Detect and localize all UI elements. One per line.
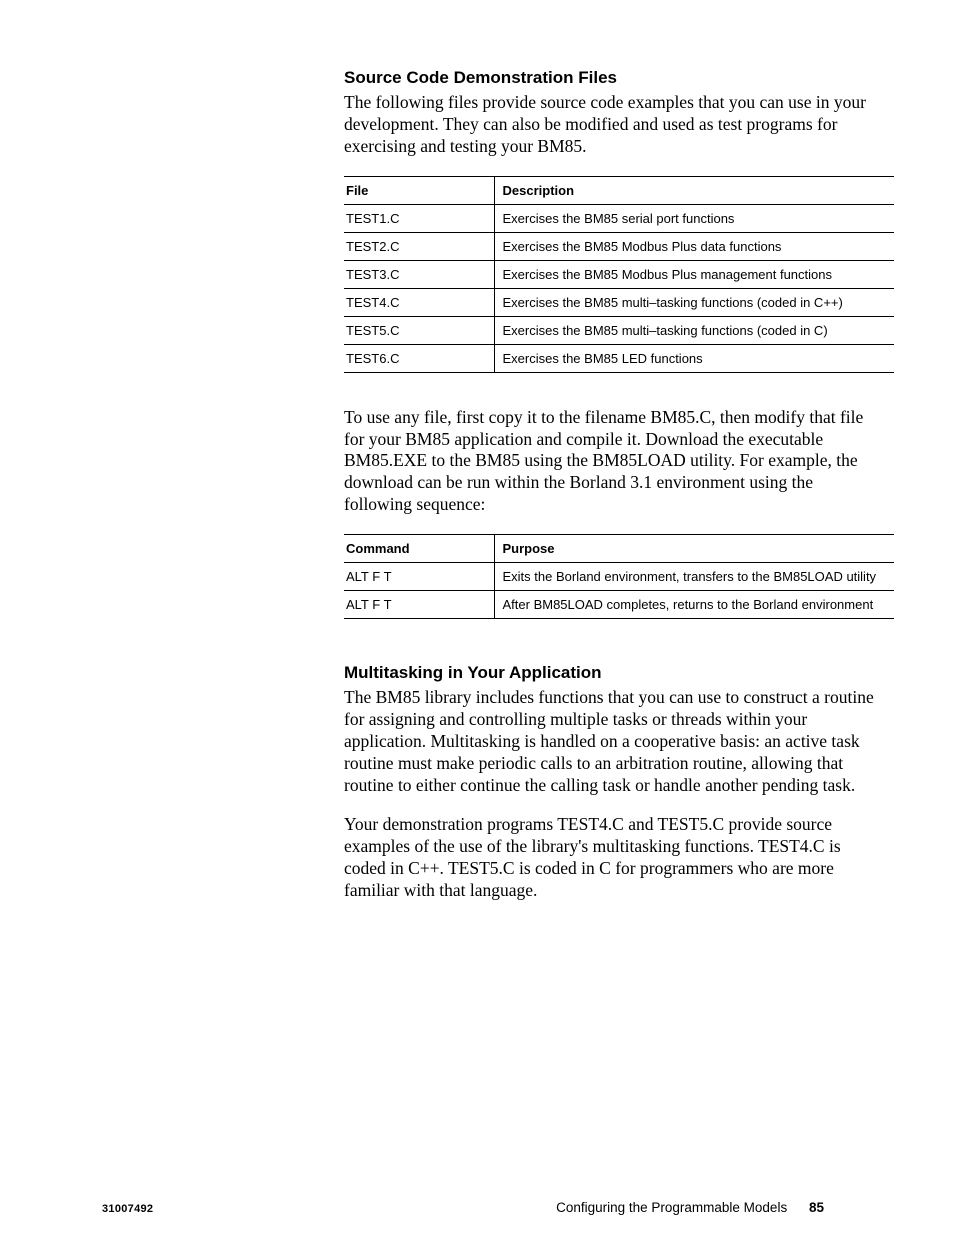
cell-desc: Exercises the BM85 multi–tasking functio… [494,288,894,316]
footer-chapter-label: Configuring the Programmable Models [556,1200,787,1215]
cell-purpose: After BM85LOAD completes, returns to the… [494,591,894,619]
heading-source-code-files: Source Code Demonstration Files [344,68,882,88]
cell-file: TEST4.C [344,288,494,316]
cell-desc: Exercises the BM85 serial port functions [494,204,894,232]
table-source-files: File Description TEST1.C Exercises the B… [344,176,894,373]
page-content: Source Code Demonstration Files The foll… [0,0,954,902]
table2-header-purpose: Purpose [494,535,894,563]
cell-purpose: Exits the Borland environment, transfers… [494,563,894,591]
table1-header-file: File [344,176,494,204]
cell-file: TEST2.C [344,232,494,260]
cell-desc: Exercises the BM85 Modbus Plus managemen… [494,260,894,288]
table-row: ALT F T After BM85LOAD completes, return… [344,591,894,619]
table-row: ALT F T Exits the Borland environment, t… [344,563,894,591]
paragraph-intro: The following files provide source code … [344,92,882,158]
cell-cmd: ALT F T [344,591,494,619]
paragraph-multitask-1: The BM85 library includes functions that… [344,687,882,796]
cell-file: TEST5.C [344,316,494,344]
cell-file: TEST3.C [344,260,494,288]
cell-cmd: ALT F T [344,563,494,591]
cell-file: TEST6.C [344,344,494,372]
table-row: TEST3.C Exercises the BM85 Modbus Plus m… [344,260,894,288]
paragraph-multitask-2: Your demonstration programs TEST4.C and … [344,814,882,902]
table-row: TEST4.C Exercises the BM85 multi–tasking… [344,288,894,316]
footer-page-number: 85 [809,1200,824,1215]
table-row: TEST1.C Exercises the BM85 serial port f… [344,204,894,232]
table-row: TEST2.C Exercises the BM85 Modbus Plus d… [344,232,894,260]
heading-multitasking: Multitasking in Your Application [344,663,882,683]
footer-doc-number: 31007492 [102,1203,153,1215]
table-row: TEST5.C Exercises the BM85 multi–tasking… [344,316,894,344]
table2-header-command: Command [344,535,494,563]
cell-desc: Exercises the BM85 LED functions [494,344,894,372]
table-commands: Command Purpose ALT F T Exits the Borlan… [344,534,894,619]
paragraph-howto: To use any file, first copy it to the fi… [344,407,882,516]
cell-desc: Exercises the BM85 Modbus Plus data func… [494,232,894,260]
footer-right: Configuring the Programmable Models 85 [556,1200,824,1215]
cell-file: TEST1.C [344,204,494,232]
page-footer: 31007492 Configuring the Programmable Mo… [0,1200,954,1215]
cell-desc: Exercises the BM85 multi–tasking functio… [494,316,894,344]
table1-header-description: Description [494,176,894,204]
table-row: TEST6.C Exercises the BM85 LED functions [344,344,894,372]
